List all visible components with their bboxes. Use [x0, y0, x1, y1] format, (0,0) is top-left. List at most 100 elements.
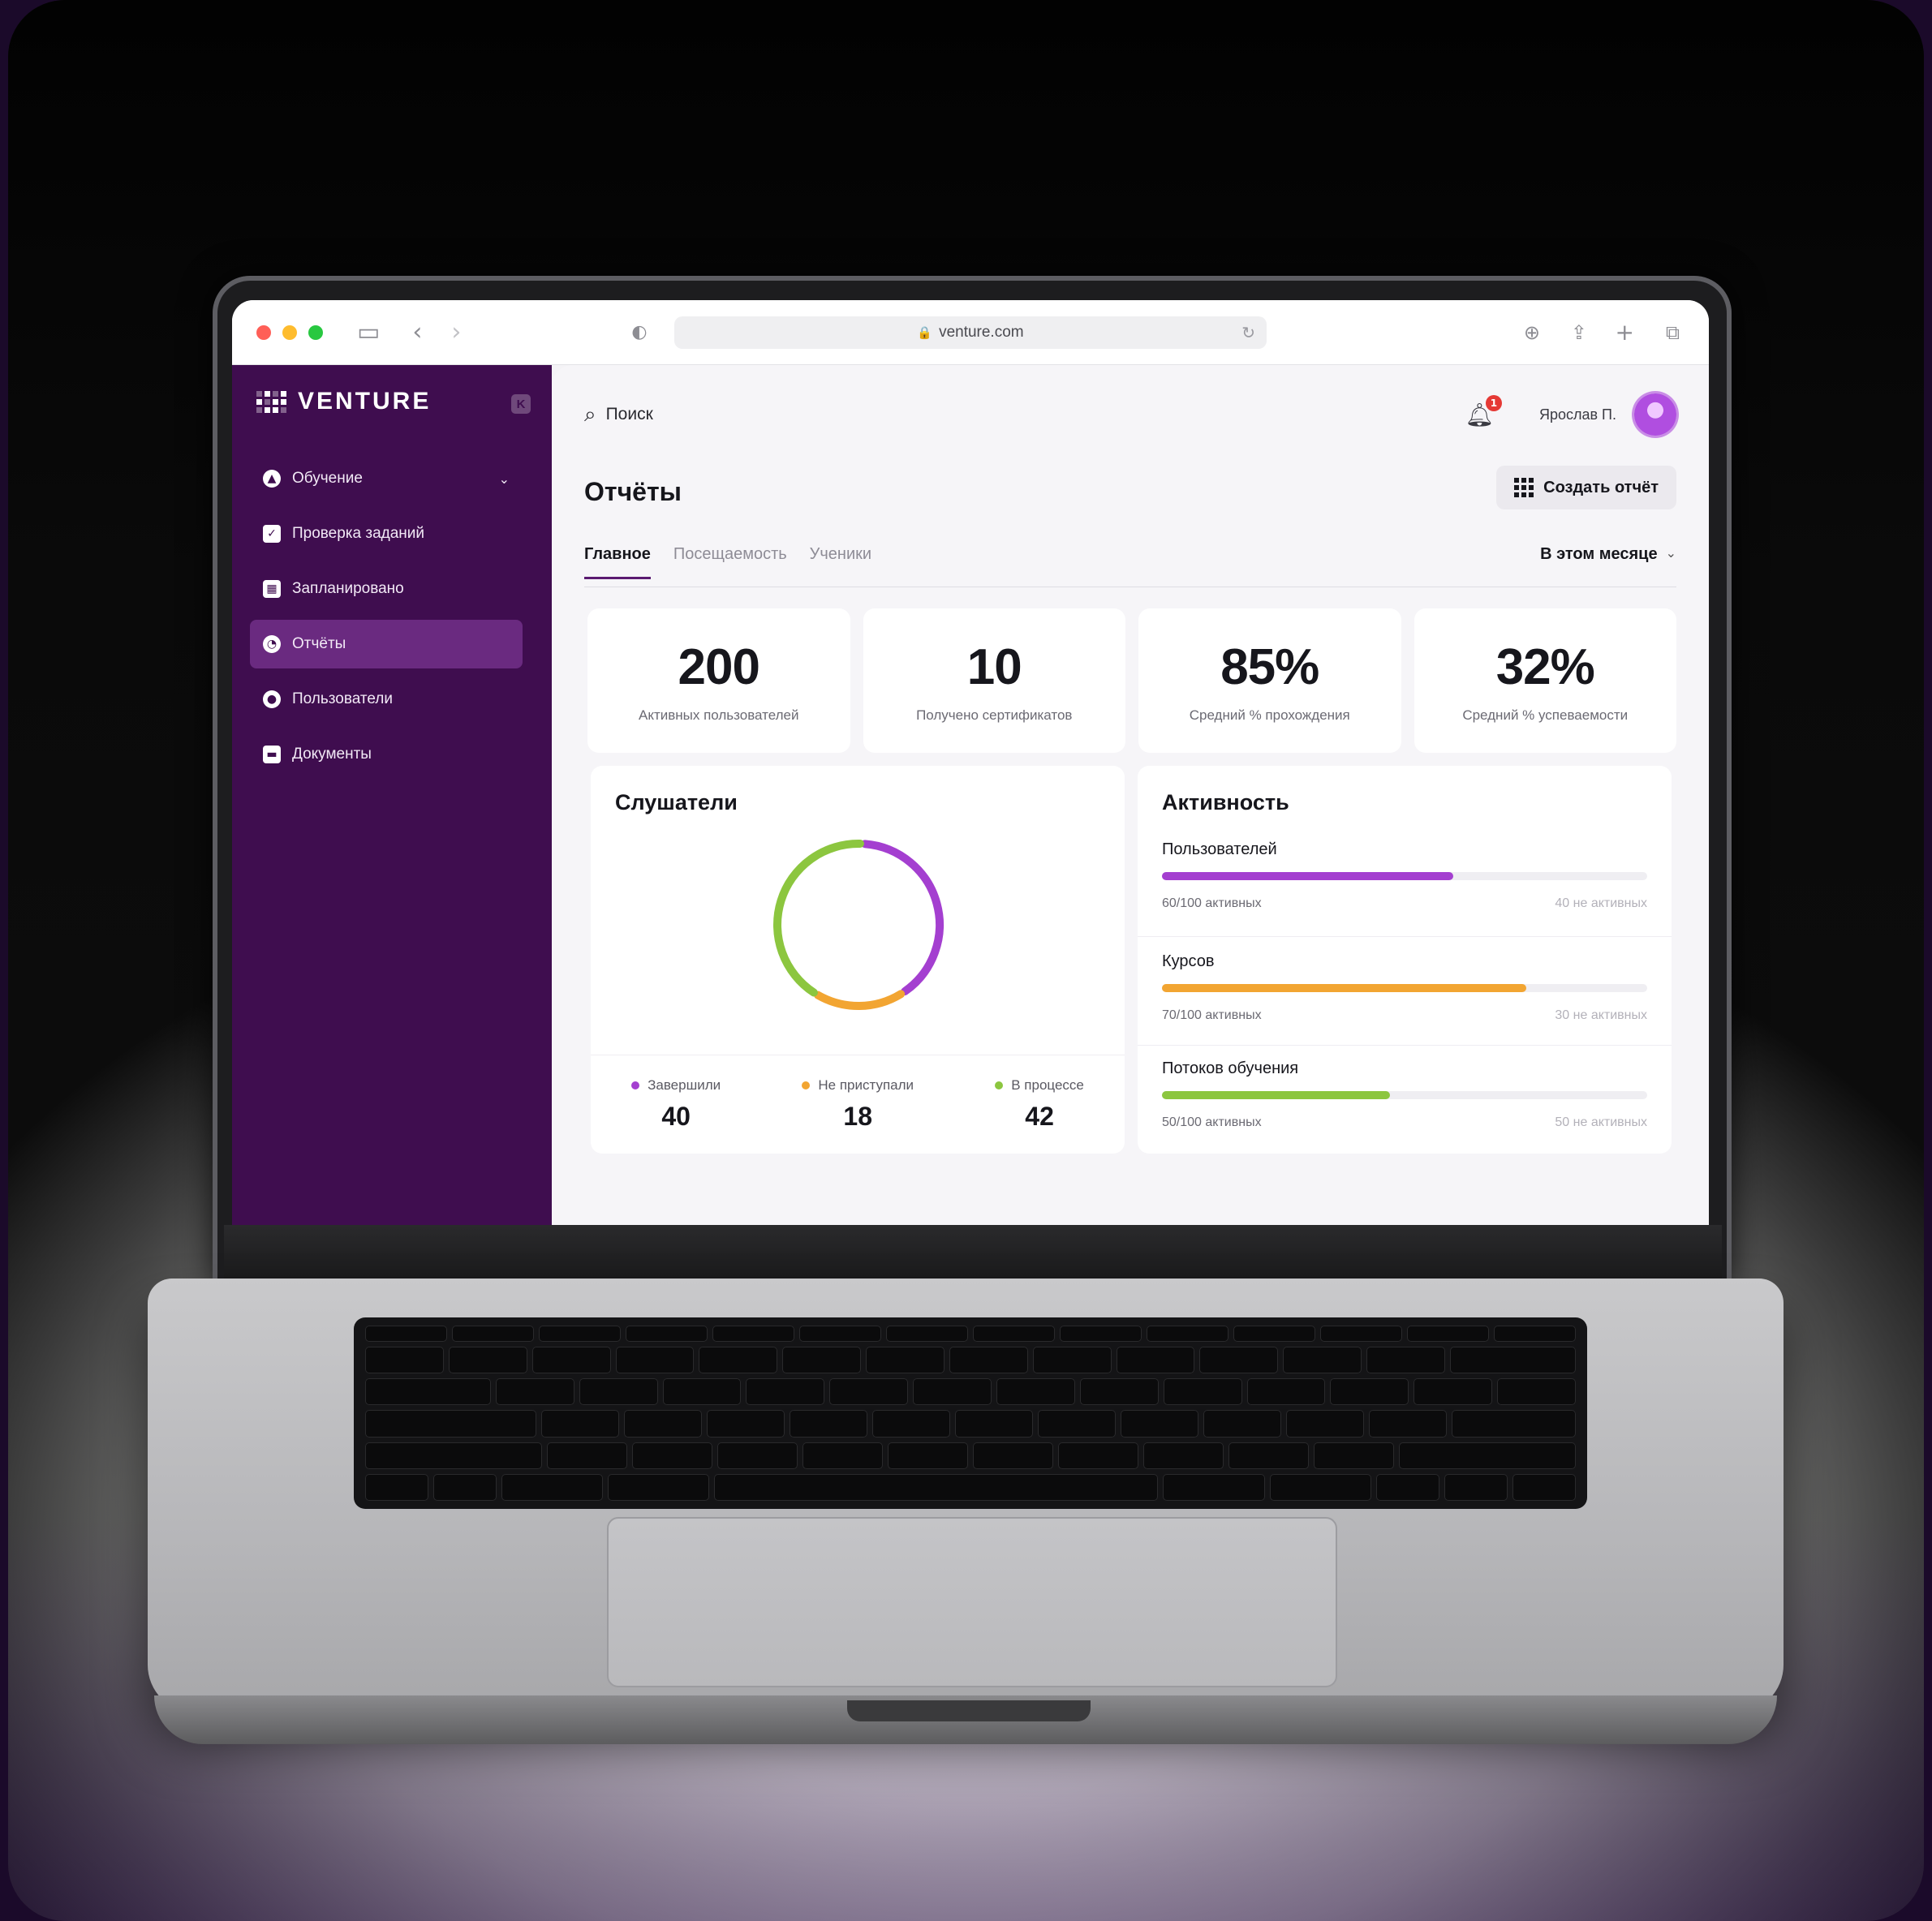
metric-active: 70/100 активных	[1162, 1008, 1262, 1022]
lock-icon: 🔒	[917, 326, 933, 340]
grid-icon	[1514, 478, 1534, 497]
divider	[1138, 936, 1672, 937]
stat-label: Активных пользователей	[638, 707, 799, 723]
legend-item-completed: Завершили 40	[631, 1077, 721, 1132]
back-icon[interactable]: ‹	[412, 320, 422, 345]
donut-segment-in-progress	[773, 840, 864, 997]
metric-title: Потоков обучения	[1162, 1059, 1299, 1077]
metric-courses: Курсов 70/100 активных 30 не активных	[1162, 952, 1647, 1023]
laptop-hinge	[224, 1225, 1722, 1282]
url-text: venture.com	[939, 324, 1024, 341]
activity-title: Активность	[1162, 790, 1289, 814]
notifications-button[interactable]: 🔔︎ 1	[1465, 394, 1502, 428]
legend-dot	[631, 1081, 640, 1089]
browser-toolbar: ▭ ‹ › ◐ 🔒 venture.com ↻ ⊕ ⇪ + ⧉	[232, 300, 1709, 365]
download-icon[interactable]: ⊕	[1524, 323, 1540, 342]
window-controls	[256, 324, 323, 340]
metric-inactive: 30 не активных	[1555, 1008, 1647, 1022]
forward-icon[interactable]: ›	[451, 320, 461, 345]
checkbox-icon: ✓	[263, 525, 281, 543]
graduation-cap-icon: ▲	[263, 470, 281, 488]
metric-inactive: 40 не активных	[1555, 896, 1647, 910]
tab-main[interactable]: Главное	[584, 545, 651, 579]
progress-track	[1162, 1091, 1647, 1099]
create-report-label: Создать отчёт	[1543, 478, 1659, 496]
period-select[interactable]: В этом месяце ⌄	[1540, 545, 1676, 564]
tab-attendance[interactable]: Посещаемость	[673, 545, 787, 577]
sidebar-item-reports[interactable]: ◔ Отчёты	[250, 620, 523, 668]
stat-card-performance: 32% Средний % успеваемости	[1414, 608, 1676, 753]
logo[interactable]: VENTURE	[256, 388, 431, 415]
legend-value: 40	[661, 1102, 691, 1131]
stat-label: Средний % успеваемости	[1462, 707, 1629, 723]
tab-students[interactable]: Ученики	[810, 545, 871, 577]
activity-card: Активность Пользователей 60/100 активных…	[1138, 766, 1672, 1154]
user-icon: ●	[263, 690, 281, 708]
zoom-window-button[interactable]	[308, 324, 323, 340]
search-input[interactable]: ⌕ Поиск	[584, 402, 653, 428]
address-bar[interactable]: 🔒 venture.com ↻	[674, 316, 1267, 349]
metric-title: Пользователей	[1162, 840, 1277, 858]
new-tab-icon[interactable]: +	[1616, 320, 1634, 344]
metric-title: Курсов	[1162, 952, 1215, 970]
sidebar-item-label: Обучение	[292, 470, 363, 487]
user-area: 🔔︎ 1 Ярослав П.	[1465, 393, 1676, 436]
sidebar: VENTURE K ▲ Обучение ⌄ ✓ Проверка задани…	[232, 365, 552, 1227]
legend-dot	[995, 1081, 1004, 1089]
main-content: ⌕ Поиск 🔔︎ 1 Ярослав П. Отчёты Создать о…	[552, 365, 1709, 1227]
listeners-donut-chart	[773, 840, 944, 1010]
sidebar-item-learning[interactable]: ▲ Обучение ⌄	[250, 454, 523, 503]
minimize-window-button[interactable]	[282, 324, 297, 340]
legend-label: Завершили	[648, 1077, 721, 1093]
legend-value: 42	[1025, 1102, 1054, 1131]
stat-value: 200	[678, 638, 760, 695]
tab-bar: Главное Посещаемость Ученики В этом меся…	[584, 545, 1676, 587]
metric-active: 60/100 активных	[1162, 896, 1262, 910]
progress-fill	[1162, 872, 1453, 880]
progress-track	[1162, 984, 1647, 992]
sidebar-item-label: Запланировано	[292, 580, 404, 597]
chevron-down-icon[interactable]: ⌄	[499, 471, 510, 487]
laptop-notch	[847, 1700, 1091, 1721]
sidebar-item-label: Документы	[292, 746, 372, 763]
create-report-button[interactable]: Создать отчёт	[1496, 466, 1676, 509]
donut-segment-not-started	[814, 990, 906, 1010]
listeners-title: Слушатели	[615, 790, 738, 814]
share-icon[interactable]: ⇪	[1571, 323, 1587, 342]
sidebar-item-label: Отчёты	[292, 635, 346, 652]
avatar[interactable]	[1634, 393, 1676, 436]
close-window-button[interactable]	[256, 324, 271, 340]
sidebar-item-task-review[interactable]: ✓ Проверка заданий	[250, 509, 523, 558]
legend-item-in-progress: В процессе 42	[995, 1077, 1084, 1132]
stat-card-certificates: 10 Получено сертификатов	[863, 608, 1125, 753]
divider	[1138, 1045, 1672, 1046]
sidebar-item-documents[interactable]: ▬ Документы	[250, 730, 523, 779]
sidebar-toggle-icon[interactable]: ▭	[357, 320, 380, 345]
pie-chart-icon: ◔	[263, 635, 281, 653]
stat-value: 85%	[1220, 638, 1319, 695]
sidebar-nav: ▲ Обучение ⌄ ✓ Проверка заданий ▦ Заплан…	[250, 454, 523, 785]
collapse-sidebar-button[interactable]: K	[511, 394, 531, 414]
reload-icon[interactable]: ↻	[1241, 323, 1255, 343]
privacy-shield-icon[interactable]: ◐	[631, 323, 647, 342]
stat-value: 10	[966, 638, 1022, 695]
metric-streams: Потоков обучения 50/100 активных 50 не а…	[1162, 1059, 1647, 1130]
sidebar-item-scheduled[interactable]: ▦ Запланировано	[250, 565, 523, 613]
user-name[interactable]: Ярослав П.	[1539, 406, 1616, 423]
page-title: Отчёты	[584, 477, 682, 506]
trackpad	[607, 1517, 1337, 1687]
legend-label: В процессе	[1011, 1077, 1084, 1093]
laptop-screen: ▭ ‹ › ◐ 🔒 venture.com ↻ ⊕ ⇪ + ⧉ VENTURE …	[232, 300, 1709, 1227]
stat-value: 32%	[1495, 638, 1595, 695]
period-label: В этом месяце	[1540, 545, 1658, 563]
legend-dot	[802, 1081, 811, 1089]
folder-icon: ▬	[263, 746, 281, 763]
stat-card-completion: 85% Средний % прохождения	[1138, 608, 1401, 753]
progress-fill	[1162, 984, 1526, 992]
metric-users: Пользователей 60/100 активных 40 не акти…	[1162, 840, 1647, 911]
calendar-icon: ▦	[263, 580, 281, 598]
sidebar-item-users[interactable]: ● Пользователи	[250, 675, 523, 724]
sidebar-item-label: Пользователи	[292, 690, 394, 707]
stat-card-active-users: 200 Активных пользователей	[587, 608, 850, 753]
tabs-overview-icon[interactable]: ⧉	[1666, 323, 1680, 342]
